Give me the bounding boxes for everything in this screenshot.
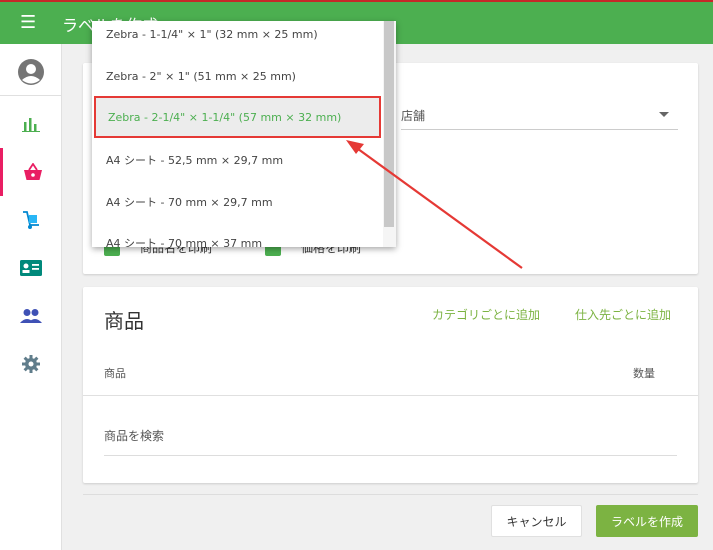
annotation-arrow: [346, 140, 523, 269]
